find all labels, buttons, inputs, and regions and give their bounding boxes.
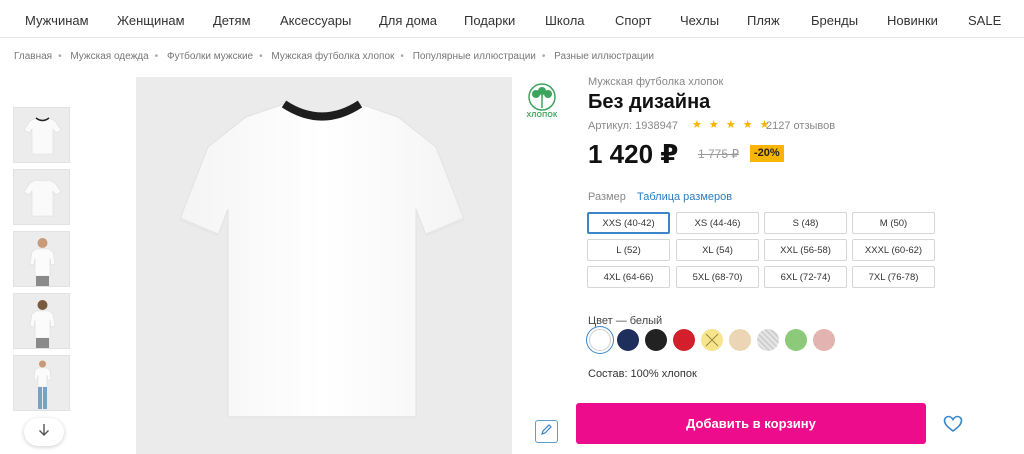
breadcrumb-item[interactable]: Мужская футболка хлопок bbox=[271, 51, 394, 62]
discount-badge: -20% bbox=[750, 145, 784, 162]
pencil-icon bbox=[540, 423, 553, 441]
breadcrumb-item[interactable]: Мужская одежда bbox=[70, 51, 148, 62]
thumbnail-model-front[interactable] bbox=[13, 231, 70, 287]
size-option-xs[interactable]: XS (44-46) bbox=[676, 212, 759, 234]
size-option-xl[interactable]: XL (54) bbox=[676, 239, 759, 261]
old-price: 1 775 ₽ bbox=[698, 147, 739, 161]
rating-stars[interactable]: ★ ★ ★ ★ ★ bbox=[692, 118, 772, 131]
breadcrumb: Главная • Мужская одежда • Футболки мужски… bbox=[14, 51, 654, 62]
nav-item-school[interactable]: Школа bbox=[545, 13, 585, 28]
nav-item-men[interactable]: Мужчинам bbox=[25, 13, 89, 28]
color-swatch-yellow-unavailable[interactable] bbox=[701, 329, 723, 351]
color-swatch-beige[interactable] bbox=[729, 329, 751, 351]
nav-item-gifts[interactable]: Подарки bbox=[464, 13, 515, 28]
breadcrumb-item[interactable]: Футболки мужские bbox=[167, 51, 253, 62]
size-option-xxxl[interactable]: XXXL (60-62) bbox=[852, 239, 935, 261]
size-option-xxl[interactable]: XXL (56-58) bbox=[764, 239, 847, 261]
cotton-icon bbox=[522, 82, 562, 126]
nav-item-women[interactable]: Женщинам bbox=[117, 13, 185, 28]
nav-item-new[interactable]: Новинки bbox=[887, 13, 938, 28]
breadcrumb-item[interactable]: Разные иллюстрации bbox=[554, 51, 654, 62]
breadcrumb-separator: • bbox=[58, 51, 62, 62]
nav-item-beach[interactable]: Пляж bbox=[747, 13, 780, 28]
size-option-m[interactable]: M (50) bbox=[852, 212, 935, 234]
thumbnail-front[interactable] bbox=[13, 107, 70, 163]
product-title: Без дизайна bbox=[588, 91, 711, 113]
thumbnail-model-full[interactable] bbox=[13, 355, 70, 411]
add-to-favorites-button[interactable] bbox=[940, 413, 966, 439]
nav-item-sport[interactable]: Спорт bbox=[615, 13, 652, 28]
cotton-badge-label: ХЛОПОК bbox=[526, 112, 558, 119]
color-label: Цвет — белый bbox=[588, 315, 663, 327]
color-swatch-melange[interactable] bbox=[757, 329, 779, 351]
size-option-6xl[interactable]: 6XL (72-74) bbox=[764, 266, 847, 288]
breadcrumb-item[interactable]: Главная bbox=[14, 51, 52, 62]
nav-item-home[interactable]: Для дома bbox=[379, 13, 437, 28]
color-swatch-black[interactable] bbox=[645, 329, 667, 351]
nav-item-accessories[interactable]: Аксессуары bbox=[280, 13, 351, 28]
thumbnail-back[interactable] bbox=[13, 169, 70, 225]
breadcrumb-item[interactable]: Популярные иллюстрации bbox=[413, 51, 536, 62]
arrow-down-icon bbox=[38, 423, 50, 442]
color-swatch-white[interactable] bbox=[589, 329, 611, 351]
thumbnail-model-back[interactable] bbox=[13, 293, 70, 349]
product-article: Артикул: 1938947 bbox=[588, 120, 678, 132]
size-option-5xl[interactable]: 5XL (68-70) bbox=[676, 266, 759, 288]
size-option-7xl[interactable]: 7XL (76-78) bbox=[852, 266, 935, 288]
size-table-link[interactable]: Таблица размеров bbox=[637, 191, 732, 203]
top-navigation: Мужчинам Женщинам Детям Аксессуары Для д… bbox=[0, 0, 1024, 38]
color-swatch-navy[interactable] bbox=[617, 329, 639, 351]
edit-design-button[interactable] bbox=[535, 420, 558, 443]
size-option-s[interactable]: S (48) bbox=[764, 212, 847, 234]
breadcrumb-separator: • bbox=[400, 51, 404, 62]
color-swatch-red[interactable] bbox=[673, 329, 695, 351]
size-option-4xl[interactable]: 4XL (64-66) bbox=[587, 266, 670, 288]
main-product-image[interactable] bbox=[136, 77, 512, 454]
color-swatch-pink[interactable] bbox=[813, 329, 835, 351]
add-to-cart-button[interactable]: Добавить в корзину bbox=[576, 403, 926, 444]
size-option-l[interactable]: L (52) bbox=[587, 239, 670, 261]
nav-item-cases[interactable]: Чехлы bbox=[680, 13, 719, 28]
product-price: 1 420 ₽ bbox=[588, 139, 679, 169]
nav-item-sale[interactable]: SALE bbox=[968, 13, 1001, 28]
heart-icon bbox=[943, 415, 963, 438]
product-category[interactable]: Мужская футболка хлопок bbox=[588, 76, 723, 88]
breadcrumb-separator: • bbox=[259, 51, 263, 62]
nav-item-brands[interactable]: Бренды bbox=[811, 13, 858, 28]
size-option-xxs[interactable]: XXS (40-42) bbox=[587, 212, 670, 234]
thumbnails-scroll-down-button[interactable] bbox=[24, 418, 64, 446]
breadcrumb-separator: • bbox=[541, 51, 546, 62]
unavailable-cross-icon bbox=[705, 333, 719, 347]
reviews-link[interactable]: 2127 отзывов bbox=[766, 120, 835, 132]
nav-item-kids[interactable]: Детям bbox=[213, 13, 251, 28]
breadcrumb-separator: • bbox=[154, 51, 159, 62]
size-label: Размер bbox=[588, 191, 626, 203]
product-composition: Состав: 100% хлопок bbox=[588, 368, 697, 380]
color-swatch-green[interactable] bbox=[785, 329, 807, 351]
